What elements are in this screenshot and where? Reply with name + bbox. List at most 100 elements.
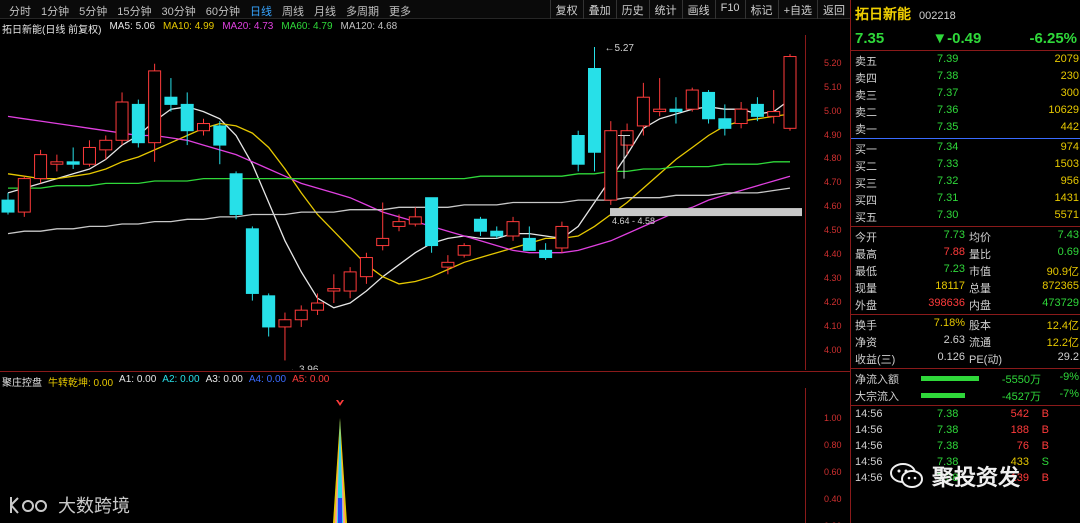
candle-body <box>278 319 292 328</box>
stat-value: 0.126 <box>937 351 965 363</box>
candle-body <box>34 154 48 180</box>
ask-label: 卖五 <box>855 56 877 68</box>
tick-time: 14:56 <box>855 472 883 484</box>
watermark-right: 聚投资发 <box>890 460 1020 492</box>
bid-row[interactable]: 买一 7.34 974 <box>851 140 1080 157</box>
candle-body <box>197 123 210 132</box>
price-band <box>610 208 802 217</box>
candle <box>327 274 341 303</box>
period-tab[interactable]: 更多 <box>384 2 416 20</box>
toolbar-button[interactable]: 返回 <box>817 0 850 19</box>
stat-row: 最高 7.88 量比 0.69 <box>851 245 1080 262</box>
price-axis-label: 4.90 <box>824 129 842 140</box>
brand-logo-icon <box>10 497 47 514</box>
ask-volume: 230 <box>1060 70 1079 82</box>
stat-key: 今开 <box>855 232 877 244</box>
candle-body <box>82 146 96 165</box>
bid-label: 买五 <box>855 212 877 224</box>
panel-divider <box>851 368 1080 369</box>
indicator-name[interactable]: 聚庄控盘 <box>2 374 42 389</box>
bid-row[interactable]: 买三 7.32 956 <box>851 174 1080 191</box>
indicator-a5: A5: 0.00 <box>292 374 330 385</box>
ask-row[interactable]: 卖二 7.36 10629 <box>851 103 1080 120</box>
ask-price: 7.36 <box>937 104 959 116</box>
candle <box>343 267 357 299</box>
stat-key: 量比 <box>969 249 991 261</box>
bid-price: 7.31 <box>937 192 959 204</box>
bid-row[interactable]: 买五 7.30 5571 <box>851 208 1080 225</box>
flow-bar <box>921 393 965 398</box>
ask-row[interactable]: 卖四 7.38 230 <box>851 69 1080 86</box>
candle-body <box>115 101 129 141</box>
candle <box>311 293 325 315</box>
toolbar-button[interactable]: 叠加 <box>582 0 616 19</box>
period-tab[interactable]: 15分钟 <box>112 2 156 20</box>
stat-value: 473729 <box>1042 297 1079 309</box>
period-tab[interactable]: 1分钟 <box>36 2 74 20</box>
ask-row[interactable]: 卖五 7.39 2079 <box>851 52 1080 69</box>
period-tab[interactable]: 分时 <box>4 2 36 20</box>
candle <box>229 171 243 220</box>
stat-row: 净资 2.63 流通 12.2亿 <box>851 333 1080 350</box>
period-tab[interactable]: 60分钟 <box>201 2 245 20</box>
ask-label: 卖一 <box>855 124 877 136</box>
stat-row: 最低 7.23 市值 90.9亿 <box>851 262 1080 279</box>
toolbar-button[interactable]: F10 <box>714 0 745 19</box>
candle <box>115 92 129 146</box>
toolbar-button[interactable]: 历史 <box>615 0 649 19</box>
period-tab[interactable]: 多周期 <box>341 2 384 20</box>
bid-row[interactable]: 买四 7.31 1431 <box>851 191 1080 208</box>
period-tab[interactable]: 30分钟 <box>157 2 201 20</box>
stat-key: 总量 <box>969 283 991 295</box>
candle <box>131 99 145 148</box>
candle-body <box>245 228 259 294</box>
bid-volume: 5571 <box>1054 209 1079 221</box>
bid-label: 买二 <box>855 161 877 173</box>
candle-body <box>327 288 341 292</box>
indicator-axis-label: 0.80 <box>824 440 842 450</box>
pane-divider[interactable] <box>0 371 850 372</box>
flow-pct: -7% <box>1059 388 1079 400</box>
indicator-axis-label: 0.40 <box>824 494 842 504</box>
period-tab[interactable]: 周线 <box>277 2 309 20</box>
stat-key: PE(动) <box>969 354 1002 366</box>
top-toolbar: 分时 1分钟 5分钟 15分钟 30分钟 60分钟 日线 周线 月线 多周期 更多 复权 叠加 历史 统计… <box>0 0 850 19</box>
flow-row: 大宗流入 -4527万 -7% <box>851 387 1080 404</box>
indicator-a1: A1: 0.00 <box>119 374 157 385</box>
toolbar-button[interactable]: 统计 <box>648 0 682 19</box>
ask-row[interactable]: 卖三 7.37 300 <box>851 86 1080 103</box>
stat-key: 换手 <box>855 320 877 332</box>
candle-body <box>783 56 797 129</box>
candlestick-chart[interactable]: ←5.27 ←3.96 4.64 - 4.58 <box>0 35 805 370</box>
bid-volume: 1503 <box>1054 158 1079 170</box>
toolbar-button[interactable]: +自选 <box>777 0 817 19</box>
candle-body <box>604 130 618 201</box>
candle-body <box>490 230 504 237</box>
candle-body <box>180 103 194 132</box>
toolbar-button[interactable]: 标记 <box>744 0 778 19</box>
tick-side: S <box>1041 456 1049 468</box>
period-tab[interactable]: 日线 <box>245 2 277 20</box>
panel-divider <box>851 405 1080 406</box>
low-label: ←3.96 <box>289 364 319 370</box>
price-axis-label: 5.00 <box>824 105 842 116</box>
stat-value: 7.23 <box>943 263 965 275</box>
stat-value: 7.88 <box>943 246 965 258</box>
period-tab[interactable]: 月线 <box>309 2 341 20</box>
indicator-label1: 牛转乾坤: 0.00 <box>48 378 114 389</box>
stat-key: 市值 <box>969 266 991 278</box>
period-tab[interactable]: 5分钟 <box>74 2 112 20</box>
candle-body <box>392 221 406 227</box>
stat-value: 18117 <box>935 280 965 292</box>
bid-row[interactable]: 买二 7.33 1503 <box>851 157 1080 174</box>
tick-volume: 542 <box>1010 408 1029 420</box>
candle <box>262 293 276 337</box>
bid-volume: 956 <box>1060 175 1079 187</box>
wechat-icon <box>890 463 923 488</box>
candle <box>148 63 162 162</box>
flow-pct: -9% <box>1059 371 1079 383</box>
ask-volume: 300 <box>1060 87 1079 99</box>
toolbar-button[interactable]: 画线 <box>681 0 715 19</box>
toolbar-button[interactable]: 复权 <box>549 0 583 19</box>
ask-row[interactable]: 卖一 7.35 442 <box>851 120 1080 137</box>
